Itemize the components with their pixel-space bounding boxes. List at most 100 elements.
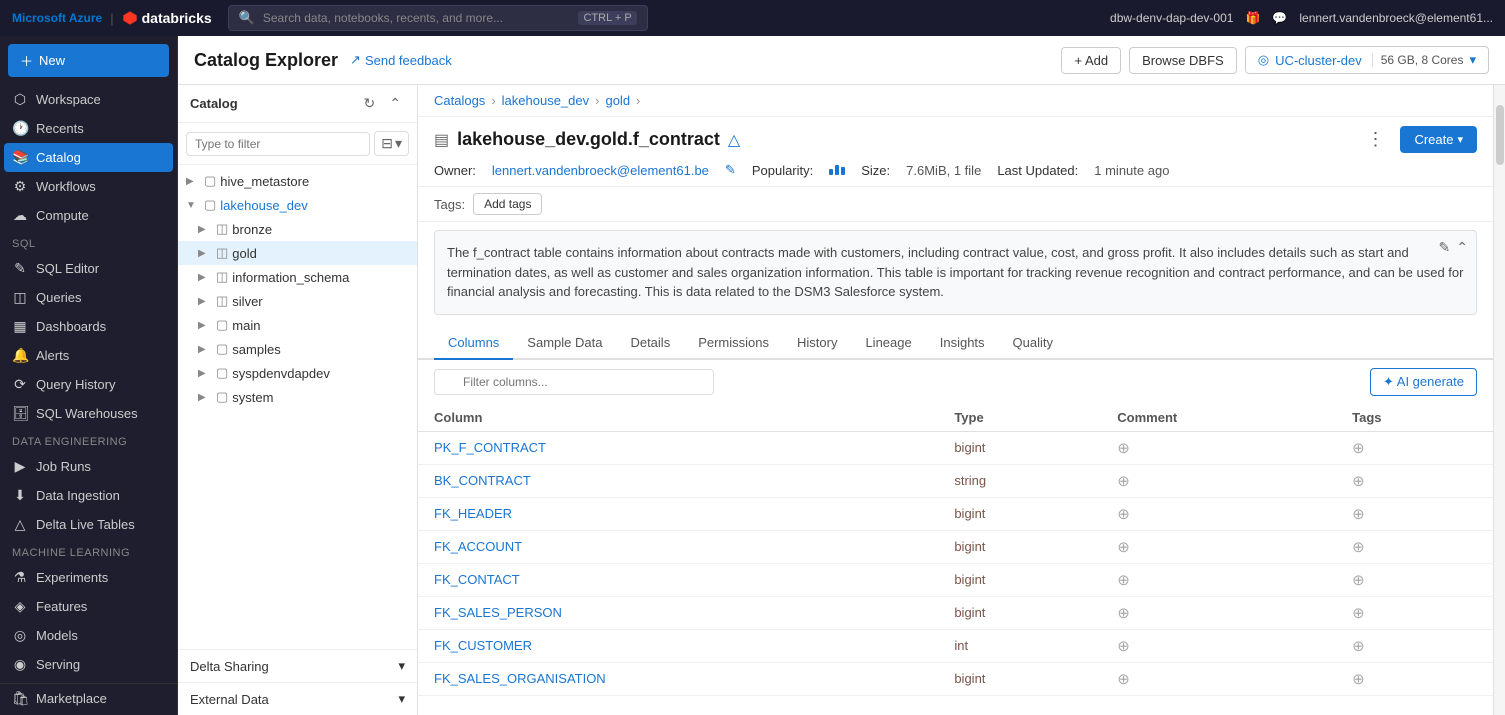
breadcrumb-catalogs[interactable]: Catalogs [434, 93, 485, 108]
col-name-link[interactable]: FK_SALES_ORGANISATION [434, 671, 606, 686]
sidebar-item-models[interactable]: ◎ Models [0, 621, 177, 650]
right-scrollbar[interactable] [1493, 85, 1505, 715]
description-edit-button[interactable]: ✎ [1439, 239, 1451, 256]
tab-quality[interactable]: Quality [999, 327, 1067, 360]
col-name-link[interactable]: FK_ACCOUNT [434, 539, 522, 554]
comment-add-button[interactable]: ⊕ [1117, 670, 1130, 688]
sidebar-item-features[interactable]: ◈ Features [0, 592, 177, 621]
tree-item-information-schema[interactable]: ▶ ◫ information_schema [178, 265, 417, 289]
ai-generate-button[interactable]: ✦ AI generate [1370, 368, 1477, 396]
add-button[interactable]: + Add [1061, 47, 1121, 74]
comment-add-button[interactable]: ⊕ [1117, 637, 1130, 655]
workspace-icon: ⬡ [12, 91, 28, 108]
tag-add-button[interactable]: ⊕ [1352, 637, 1365, 655]
refresh-button[interactable]: ↻ [360, 93, 380, 114]
comment-add-button[interactable]: ⊕ [1117, 538, 1130, 556]
breadcrumb-gold[interactable]: gold [605, 93, 630, 108]
sidebar-item-marketplace[interactable]: 🛍 Marketplace [0, 683, 177, 713]
tag-add-button[interactable]: ⊕ [1352, 538, 1365, 556]
comment-add-button[interactable]: ⊕ [1117, 571, 1130, 589]
more-options-button[interactable]: ⋮ [1358, 125, 1392, 154]
filter-columns-input[interactable] [434, 369, 714, 395]
chevron-right-icon: ▶ [198, 368, 212, 379]
sidebar-item-queries[interactable]: ◫ Queries [0, 283, 177, 312]
tree-item-bronze[interactable]: ▶ ◫ bronze [178, 217, 417, 241]
tree-item-hive-metastore[interactable]: ▶ ▢ hive_metastore [178, 169, 417, 193]
tab-columns[interactable]: Columns [434, 327, 513, 360]
search-bar[interactable]: 🔍 Search data, notebooks, recents, and m… [228, 5, 648, 31]
collapse-button[interactable]: ⌃ [385, 93, 405, 114]
sidebar-item-sql-warehouses[interactable]: 🗄 SQL Warehouses [0, 399, 177, 428]
sidebar-item-serving[interactable]: ◉ Serving [0, 650, 177, 679]
tag-add-button[interactable]: ⊕ [1352, 505, 1365, 523]
col-type-value: string [954, 473, 986, 488]
cluster-button[interactable]: ◎ UC-cluster-dev 56 GB, 8 Cores ▾ [1245, 46, 1489, 74]
catalog-icon: 📚 [12, 149, 28, 166]
owner-edit-button[interactable]: ✎ [725, 162, 736, 178]
col-type-value: bigint [954, 572, 985, 587]
add-tags-button[interactable]: Add tags [473, 193, 542, 215]
delta-sharing-section[interactable]: Delta Sharing ▾ [178, 649, 417, 682]
description-collapse-button[interactable]: ⌃ [1456, 239, 1468, 256]
col-comment-cell: ⊕ [1101, 530, 1336, 563]
catalog-explorer-header: Catalog Explorer ↗ Send feedback + Add B… [178, 36, 1505, 85]
sidebar-item-recents[interactable]: 🕐 Recents [0, 114, 177, 143]
tree-item-gold[interactable]: ▶ ◫ gold [178, 241, 417, 265]
browse-dbfs-button[interactable]: Browse DBFS [1129, 47, 1237, 74]
cluster-name: dbw-denv-dap-dev-001 [1110, 11, 1233, 25]
create-button[interactable]: Create ▾ [1400, 126, 1477, 153]
sidebar-item-data-ingestion[interactable]: ⬇ Data Ingestion [0, 481, 177, 510]
col-name-link[interactable]: PK_F_CONTRACT [434, 440, 546, 455]
tree-item-silver[interactable]: ▶ ◫ silver [178, 289, 417, 313]
sidebar-item-workspace[interactable]: ⬡ Workspace [0, 85, 177, 114]
user-name: lennert.vandenbroeck@element61... [1299, 11, 1493, 25]
send-feedback-button[interactable]: ↗ Send feedback [350, 52, 452, 68]
col-tags-cell: ⊕ [1336, 464, 1493, 497]
pop-bar-1 [829, 169, 833, 175]
tab-permissions[interactable]: Permissions [684, 327, 783, 360]
comment-add-button[interactable]: ⊕ [1117, 472, 1130, 490]
sidebar-item-sql-editor[interactable]: ✎ SQL Editor [0, 254, 177, 283]
breadcrumb-lakehouse-dev[interactable]: lakehouse_dev [502, 93, 589, 108]
tree-item-system[interactable]: ▶ ▢ system [178, 385, 417, 409]
tab-insights[interactable]: Insights [926, 327, 999, 360]
sidebar-item-query-history[interactable]: ⟳ Query History [0, 370, 177, 399]
sidebar-item-workflows[interactable]: ⚙ Workflows [0, 172, 177, 201]
col-name-link[interactable]: FK_HEADER [434, 506, 512, 521]
tag-add-button[interactable]: ⊕ [1352, 670, 1365, 688]
comment-add-button[interactable]: ⊕ [1117, 505, 1130, 523]
col-name-link[interactable]: BK_CONTRACT [434, 473, 531, 488]
chat-icon[interactable]: 💬 [1272, 11, 1287, 25]
tab-sample-data[interactable]: Sample Data [513, 327, 616, 360]
col-name-link[interactable]: FK_CONTACT [434, 572, 520, 587]
sidebar-item-alerts[interactable]: 🔔 Alerts [0, 341, 177, 370]
filter-icon-button[interactable]: ⊟ ▾ [374, 131, 409, 156]
tag-add-button[interactable]: ⊕ [1352, 439, 1365, 457]
tag-add-button[interactable]: ⊕ [1352, 472, 1365, 490]
sidebar-item-compute[interactable]: ☁ Compute [0, 201, 177, 230]
tree-item-lakehouse-dev[interactable]: ▼ ▢ lakehouse_dev [178, 193, 417, 217]
tree-item-main[interactable]: ▶ ▢ main [178, 313, 417, 337]
tab-history[interactable]: History [783, 327, 851, 360]
gift-icon[interactable]: 🎁 [1245, 11, 1260, 25]
tree-item-syspdenvdapdev[interactable]: ▶ ▢ syspdenvdapdev [178, 361, 417, 385]
delta-sharing-label: Delta Sharing [190, 659, 269, 674]
comment-add-button[interactable]: ⊕ [1117, 439, 1130, 457]
new-button[interactable]: ＋ New [8, 44, 169, 77]
col-type-value: bigint [954, 605, 985, 620]
tree-item-samples[interactable]: ▶ ▢ samples [178, 337, 417, 361]
tab-lineage[interactable]: Lineage [851, 327, 925, 360]
tag-add-button[interactable]: ⊕ [1352, 604, 1365, 622]
sidebar-item-dashboards[interactable]: ▦ Dashboards [0, 312, 177, 341]
col-name-link[interactable]: FK_CUSTOMER [434, 638, 532, 653]
filter-input[interactable] [186, 132, 370, 156]
col-name-link[interactable]: FK_SALES_PERSON [434, 605, 562, 620]
tag-add-button[interactable]: ⊕ [1352, 571, 1365, 589]
sidebar-item-catalog[interactable]: 📚 Catalog [4, 143, 173, 172]
external-data-section[interactable]: External Data ▾ [178, 682, 417, 715]
comment-add-button[interactable]: ⊕ [1117, 604, 1130, 622]
sidebar-item-job-runs[interactable]: ▶ Job Runs [0, 452, 177, 481]
tab-details[interactable]: Details [616, 327, 684, 360]
sidebar-item-experiments[interactable]: ⚗ Experiments [0, 563, 177, 592]
sidebar-item-delta-live-tables[interactable]: △ Delta Live Tables [0, 510, 177, 539]
